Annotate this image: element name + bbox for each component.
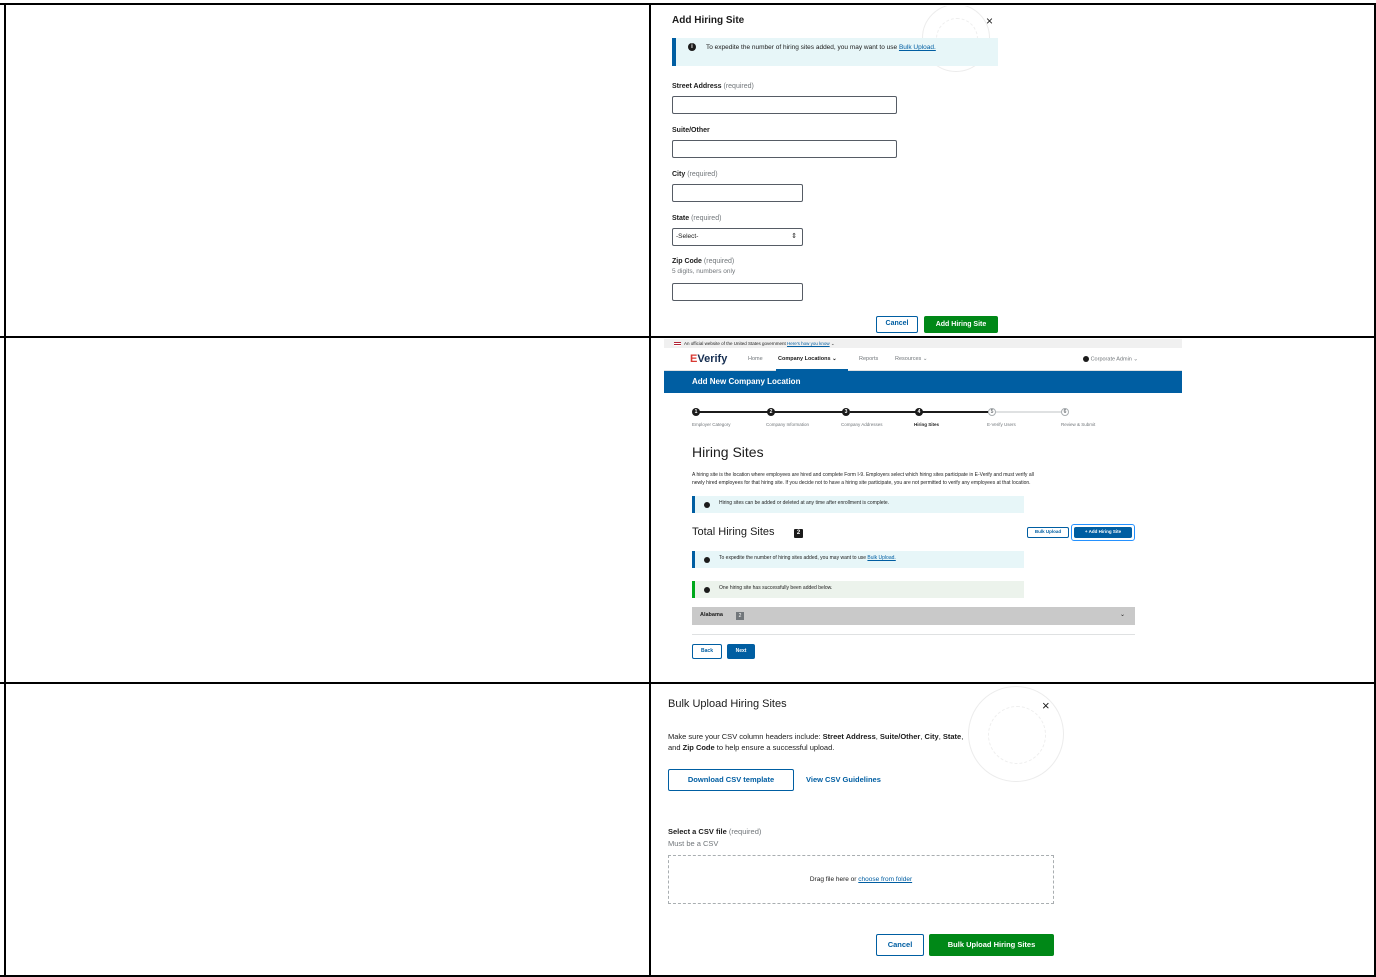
- bulk-upload-modal: Bulk Upload Hiring Sites × Make sure you…: [664, 686, 1066, 974]
- table-border-middle: [649, 3, 651, 977]
- chevron-down-icon: ⌄: [830, 341, 835, 346]
- page-header-bar: Add New Company Location: [664, 371, 1182, 393]
- step-1-label: Employer Category: [692, 422, 731, 427]
- step-2-label: Company Information: [766, 422, 810, 427]
- zip-code-label: Zip Code (required): [672, 258, 735, 265]
- step-connector: [994, 411, 1064, 413]
- table-border-row2: [0, 682, 1376, 684]
- table-border-row1: [0, 336, 1376, 338]
- step-3-marker: 3: [842, 408, 850, 416]
- state-label: State (required): [672, 215, 722, 222]
- csv-file-label: Select a CSV file (required): [668, 827, 762, 836]
- step-connector: [922, 411, 988, 413]
- add-hiring-site-modal: Add Hiring Site × i To expedite the numb…: [664, 6, 1008, 336]
- expedite-alert: To expedite the number of hiring sites a…: [692, 551, 1024, 568]
- step-connector: [698, 411, 768, 413]
- add-hiring-site-button[interactable]: Add Hiring Site: [924, 316, 998, 333]
- us-flag-icon: [674, 341, 681, 346]
- accordion-title: Alabama: [700, 612, 723, 618]
- dropzone-text: Drag file here or choose from folder: [809, 876, 913, 883]
- accordion-count-badge: 2: [736, 612, 744, 620]
- nav-company-locations[interactable]: Company Locations ⌄: [778, 356, 837, 362]
- city-input[interactable]: [672, 184, 803, 202]
- download-csv-template-button[interactable]: Download CSV template: [668, 769, 794, 791]
- chevron-down-icon: ⌄: [832, 356, 837, 362]
- user-menu[interactable]: Corporate Admin ⌄: [1082, 356, 1138, 363]
- modal-title: Add Hiring Site: [672, 15, 745, 26]
- step-connector: [774, 411, 844, 413]
- back-button[interactable]: Back: [692, 644, 722, 659]
- suite-label: Suite/Other: [672, 127, 710, 134]
- gov-banner: An official website of the United States…: [664, 339, 1182, 348]
- check-circle-icon: [704, 587, 710, 593]
- suite-input[interactable]: [672, 140, 897, 158]
- heres-how-you-know-link[interactable]: Here's how you know: [787, 341, 830, 346]
- nav-home[interactable]: Home: [748, 356, 763, 362]
- step-6-label: Review & Submit: [1061, 422, 1096, 427]
- step-connector: [850, 411, 916, 413]
- divider: [692, 634, 1135, 635]
- street-address-label: Street Address (required): [672, 83, 754, 90]
- info-icon: i: [688, 43, 696, 51]
- modal-title: Bulk Upload Hiring Sites: [668, 698, 787, 710]
- info-icon: [704, 557, 710, 563]
- csv-file-hint: Must be a CSV: [668, 839, 719, 848]
- zip-code-hint: 5 digits, numbers only: [672, 268, 736, 275]
- success-alert: One hiring site has successfully been ad…: [692, 581, 1024, 598]
- close-icon[interactable]: ×: [986, 14, 993, 28]
- view-csv-guidelines-link[interactable]: View CSV Guidelines: [806, 775, 881, 784]
- bulk-upload-link[interactable]: Bulk Upload.: [867, 555, 895, 561]
- hiring-sites-description: A hiring site is the location where empl…: [692, 472, 1034, 486]
- expedite-alert-text: To expedite the number of hiring sites a…: [719, 555, 896, 561]
- nav-reports[interactable]: Reports: [859, 356, 878, 362]
- step-4-label: Hiring Sites: [914, 422, 940, 427]
- bulk-upload-button[interactable]: Bulk Upload: [1027, 527, 1069, 538]
- csv-instructions: Make sure your CSV column headers includ…: [668, 732, 964, 752]
- city-label: City (required): [672, 171, 718, 178]
- user-icon: [1082, 356, 1089, 362]
- top-nav: EVerify Home Company Locations ⌄ Reports…: [664, 348, 1182, 371]
- zip-code-input[interactable]: [672, 283, 803, 301]
- close-icon[interactable]: ×: [1042, 698, 1050, 713]
- chevron-down-icon: ⌄: [922, 356, 928, 362]
- step-5-marker: 5: [988, 408, 996, 416]
- info-alert: Hiring sites can be added or deleted at …: [692, 496, 1024, 513]
- step-4-marker: 4: [915, 408, 923, 416]
- table-border-left: [4, 3, 6, 977]
- add-hiring-site-button[interactable]: + Add Hiring Site: [1074, 527, 1132, 538]
- page-heading: Hiring Sites: [692, 444, 764, 460]
- cancel-button[interactable]: Cancel: [876, 934, 924, 956]
- chevron-down-icon: ⌄: [1133, 356, 1138, 363]
- step-1-marker: 1: [692, 408, 700, 416]
- total-hiring-sites-heading: Total Hiring Sites: [692, 526, 775, 538]
- table-border-top: [0, 3, 1376, 5]
- success-alert-text: One hiring site has successfully been ad…: [719, 585, 833, 591]
- bulk-upload-link[interactable]: Bulk Upload.: [899, 44, 936, 51]
- bulk-upload-hiring-sites-button[interactable]: Bulk Upload Hiring Sites: [929, 934, 1054, 956]
- state-select[interactable]: -Select- ⇕: [672, 228, 803, 246]
- step-6-marker: 6: [1061, 408, 1069, 416]
- choose-from-folder-link[interactable]: choose from folder: [858, 876, 912, 883]
- nav-resources[interactable]: Resources ⌄: [895, 356, 927, 362]
- info-alert-text: Hiring sites can be added or deleted at …: [719, 500, 890, 506]
- chevron-down-icon: ⌄: [1119, 612, 1125, 618]
- next-button[interactable]: Next: [727, 644, 755, 659]
- step-5-label: E-Verify Users: [987, 422, 1016, 427]
- step-3-label: Company Addresses: [841, 422, 883, 427]
- street-address-input[interactable]: [672, 96, 897, 114]
- info-alert-text: To expedite the number of hiring sites a…: [706, 44, 936, 51]
- accordion-alabama[interactable]: Alabama 2 ⌄: [692, 607, 1135, 625]
- step-2-marker: 2: [767, 408, 775, 416]
- select-arrows-icon: ⇕: [791, 233, 797, 240]
- everify-hiring-sites-page: An official website of the United States…: [664, 339, 1182, 681]
- info-alert: i To expedite the number of hiring sites…: [672, 38, 998, 66]
- everify-logo[interactable]: EVerify: [690, 353, 727, 365]
- file-dropzone[interactable]: Drag file here or choose from folder: [668, 855, 1054, 904]
- info-icon: [704, 502, 710, 508]
- total-count-badge: 2: [794, 529, 803, 538]
- cancel-button[interactable]: Cancel: [876, 316, 918, 333]
